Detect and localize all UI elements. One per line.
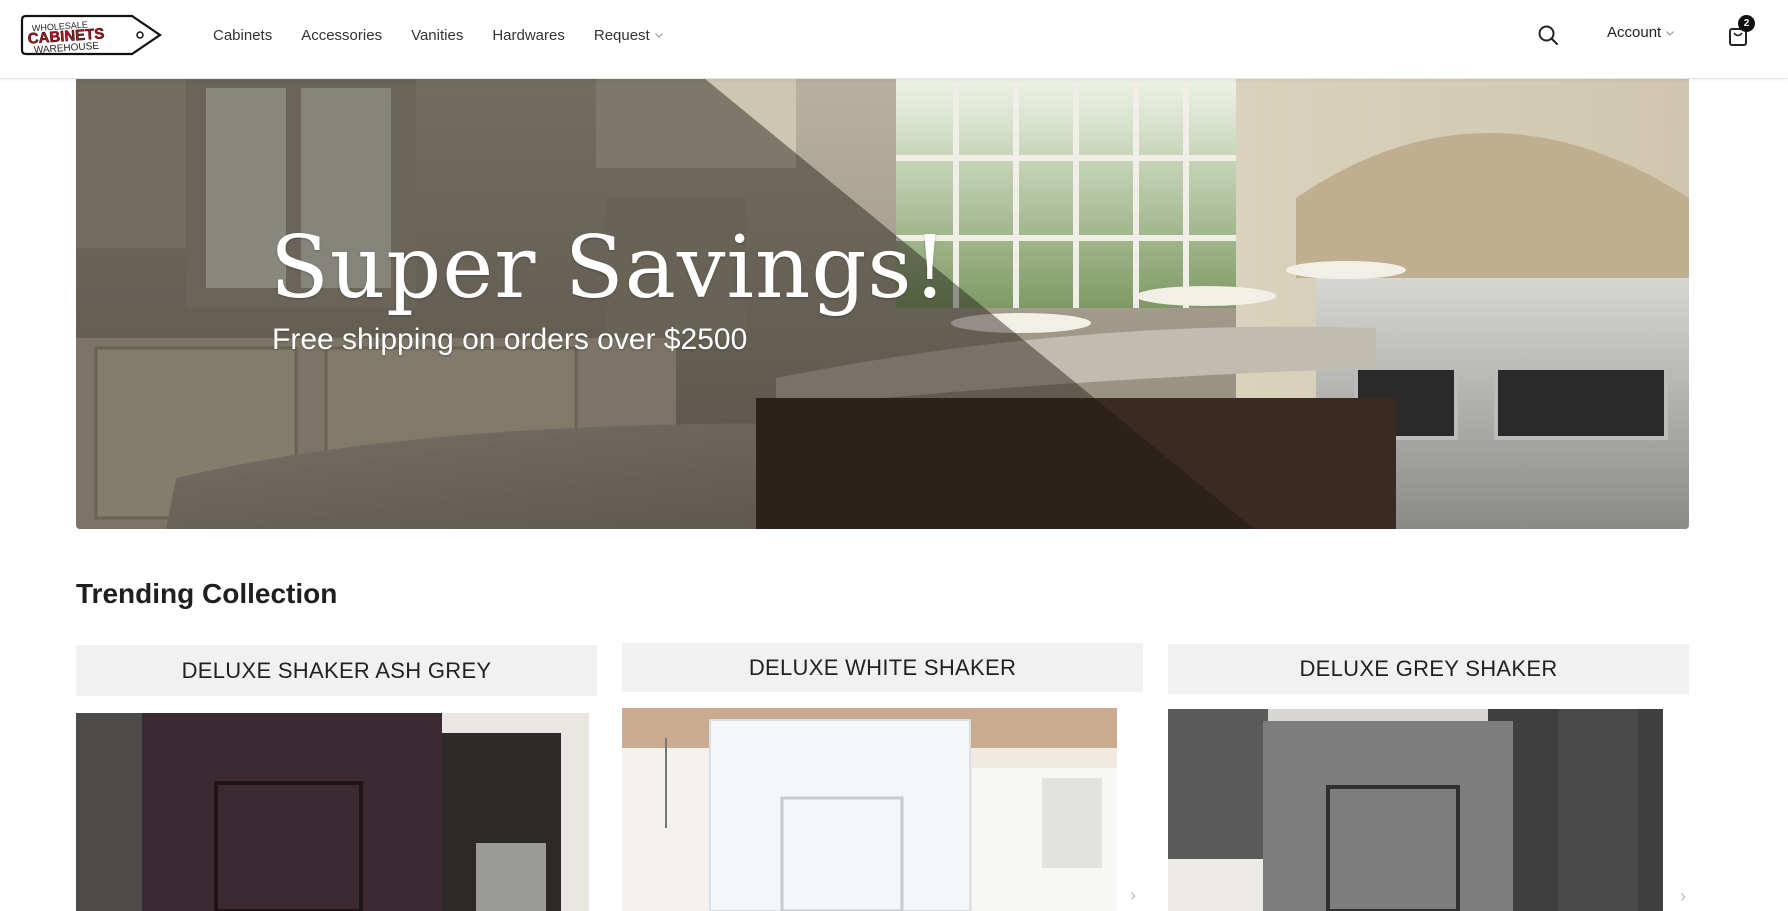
nav-vanities-label: Vanities (411, 26, 464, 44)
account-menu[interactable]: Account (1607, 24, 1675, 41)
site-header: WHOLESALE CABINETS WAREHOUSE Cabinets Ac… (0, 0, 1788, 79)
hero-subtitle: Free shipping on orders over $2500 (272, 323, 748, 356)
cart-count-badge: 2 (1738, 15, 1755, 32)
nav-vanities[interactable]: Vanities (411, 27, 463, 44)
nav-cabinets[interactable]: Cabinets (213, 27, 272, 44)
main-nav: Cabinets Accessories Vanities Hardwares … (213, 0, 664, 70)
hero-title: Super Savings! (270, 218, 949, 318)
nav-cabinets-label: Cabinets (213, 26, 273, 44)
nav-request-label: Request (593, 26, 650, 44)
collection-image-ash-grey[interactable] (76, 713, 589, 911)
collection-image-white-shaker[interactable] (622, 708, 1117, 911)
hero-banner[interactable]: Super Savings! Free shipping on orders o… (76, 78, 1689, 529)
chevron-down-icon (1666, 30, 1675, 36)
collection-title-white-shaker[interactable]: DELUXE WHITE SHAKER (622, 643, 1143, 692)
nav-request[interactable]: Request (594, 27, 664, 44)
nav-accessories[interactable]: Accessories (301, 27, 382, 44)
site-logo[interactable]: WHOLESALE CABINETS WAREHOUSE (20, 10, 164, 60)
trending-title: Trending Collection (76, 578, 338, 609)
chevron-down-icon (654, 33, 663, 38)
carousel-next-icon[interactable]: › (1680, 886, 1686, 907)
nav-hardwares[interactable]: Hardwares (492, 27, 565, 44)
nav-hardwares-label: Hardwares (492, 26, 565, 44)
search-button[interactable] (1536, 23, 1560, 47)
search-icon (1538, 25, 1558, 45)
carousel-next-icon[interactable]: › (1130, 885, 1136, 906)
collection-title-grey-shaker[interactable]: DELUXE GREY SHAKER (1168, 644, 1689, 694)
collection-title-ash-grey[interactable]: DELUXE SHAKER ASH GREY (76, 645, 597, 696)
collection-image-grey-shaker[interactable] (1168, 709, 1663, 911)
nav-accessories-label: Accessories (301, 26, 383, 44)
account-label: Account (1607, 24, 1662, 41)
